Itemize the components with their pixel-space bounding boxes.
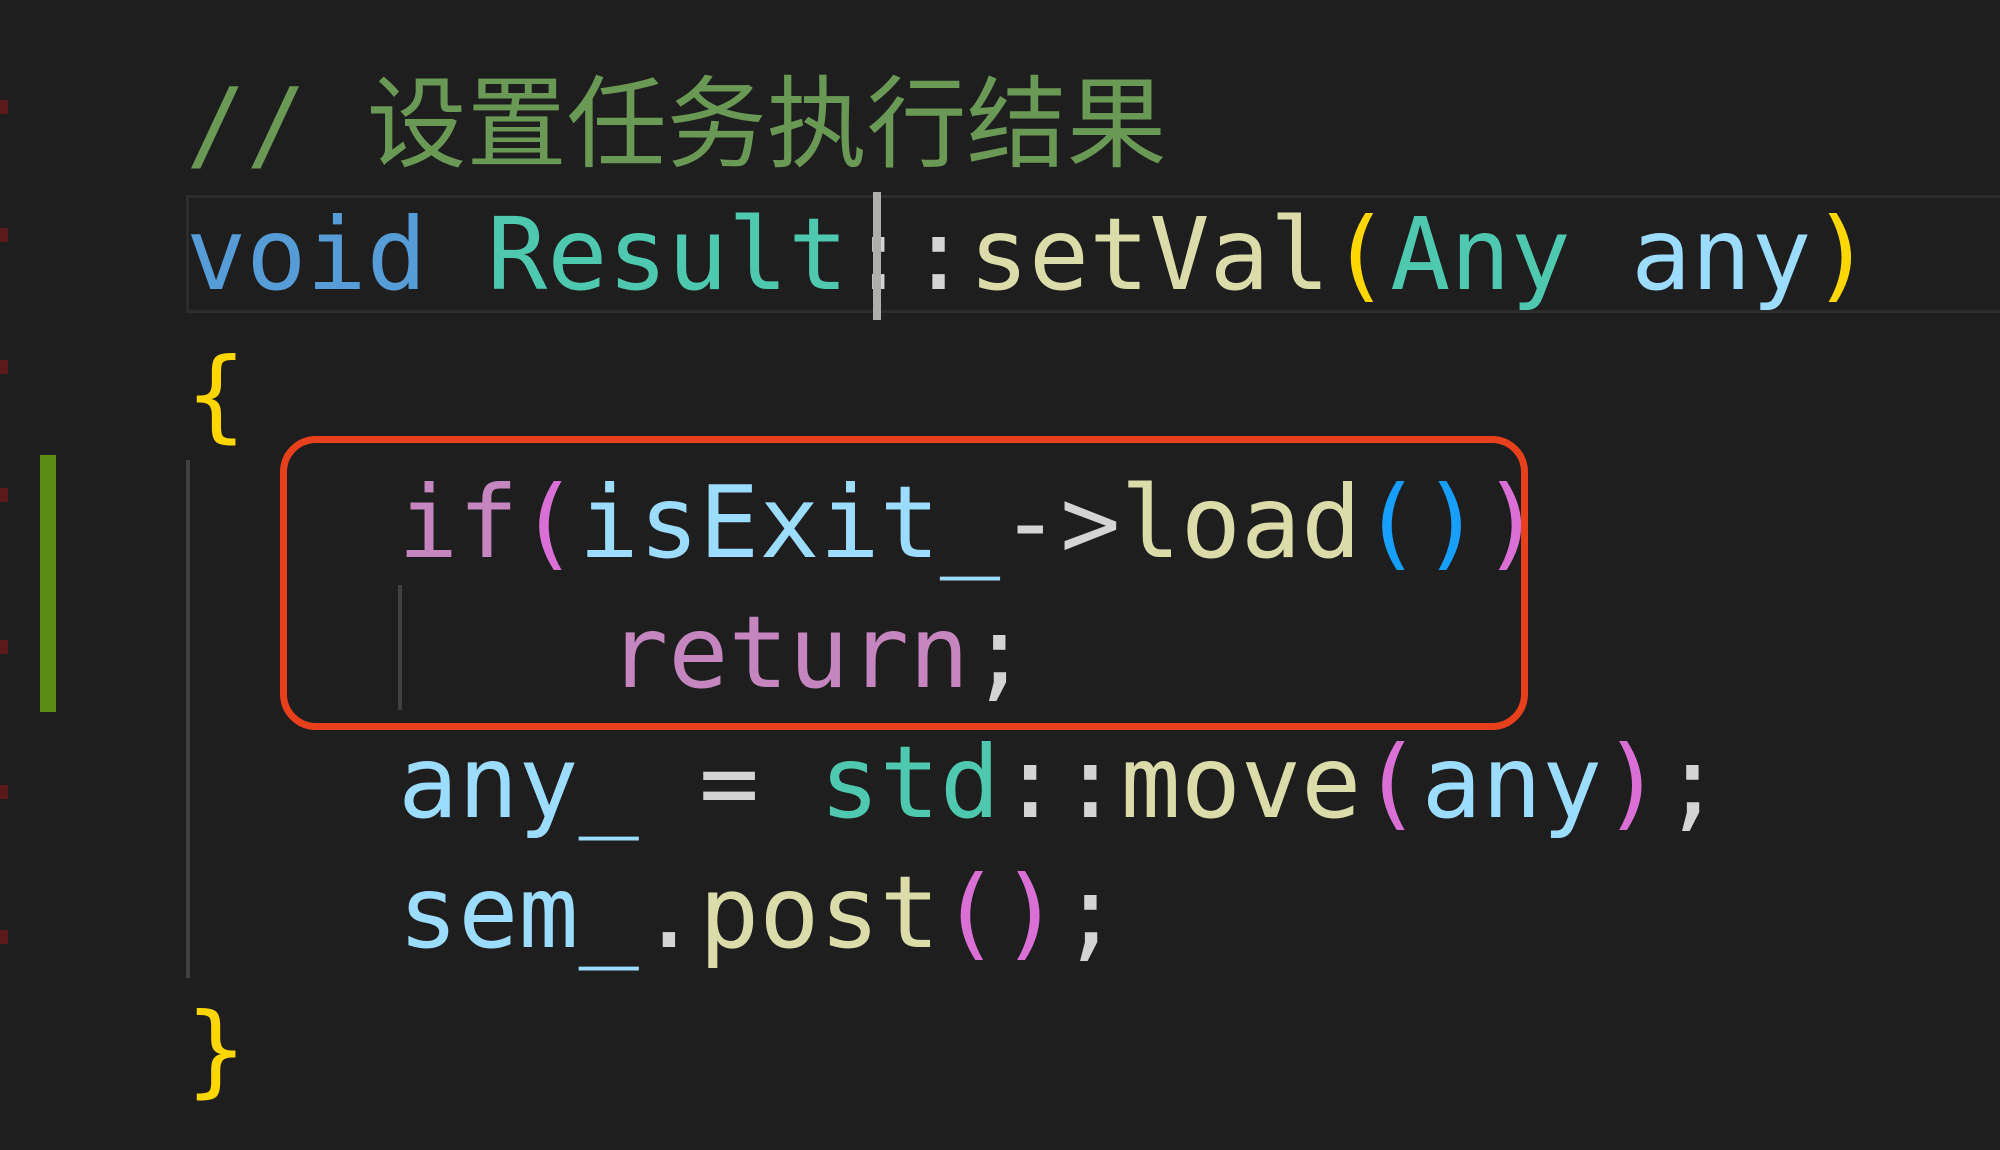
modified-lines-indicator bbox=[40, 455, 56, 712]
keyword-void: void bbox=[186, 196, 427, 313]
param-type: Any bbox=[1390, 196, 1571, 313]
gutter-marker bbox=[0, 100, 8, 114]
function-signature-line[interactable]: void Result::setVal(Any any) bbox=[186, 190, 1872, 320]
paren-open: ( bbox=[1329, 196, 1391, 313]
brace-close: } bbox=[186, 991, 247, 1108]
scope-operator: :: bbox=[1000, 724, 1121, 841]
assign-line[interactable]: any_ = std::move(any); bbox=[398, 718, 1723, 848]
gutter-marker bbox=[0, 228, 8, 242]
comment-line[interactable]: // 设置任务执行结果 bbox=[186, 60, 1167, 190]
assign-operator: = bbox=[638, 724, 820, 841]
paren-close: ) bbox=[1811, 196, 1872, 313]
namespace-std: std bbox=[819, 724, 1001, 841]
indent-guide bbox=[186, 460, 190, 978]
highlight-annotation-box bbox=[280, 436, 1528, 730]
brace-open-line[interactable]: { bbox=[186, 330, 246, 460]
brace-close-line[interactable]: } bbox=[186, 985, 246, 1115]
class-name: Result bbox=[487, 196, 849, 313]
gutter-marker bbox=[0, 785, 8, 799]
paren-open: ( bbox=[1361, 724, 1422, 841]
paren-close: ) bbox=[1000, 854, 1061, 971]
paren-close: ) bbox=[1602, 724, 1663, 841]
param-name: any bbox=[1631, 196, 1812, 313]
brace-open: { bbox=[186, 336, 247, 453]
paren-open: ( bbox=[939, 854, 1001, 971]
gutter-marker bbox=[0, 488, 8, 502]
gutter-marker bbox=[0, 360, 8, 374]
dot-operator: . bbox=[638, 854, 700, 971]
comment-text: // 设置任务执行结果 bbox=[186, 66, 1167, 183]
semicolon: ; bbox=[1060, 854, 1121, 971]
semicolon: ; bbox=[1662, 724, 1723, 841]
arg-any: any bbox=[1421, 724, 1603, 841]
func-move: move bbox=[1120, 724, 1362, 841]
gutter-marker bbox=[0, 640, 8, 654]
text-cursor bbox=[873, 192, 881, 320]
method-name: setVal bbox=[968, 196, 1330, 313]
func-post: post bbox=[699, 854, 940, 971]
member-sem: sem_ bbox=[398, 854, 639, 971]
scope-operator: :: bbox=[848, 196, 969, 313]
code-editor[interactable]: // 设置任务执行结果 void Result::setVal(Any any)… bbox=[0, 0, 2000, 1150]
gutter-marker bbox=[0, 930, 8, 944]
member-any: any_ bbox=[398, 724, 639, 841]
post-line[interactable]: sem_.post(); bbox=[398, 848, 1121, 978]
